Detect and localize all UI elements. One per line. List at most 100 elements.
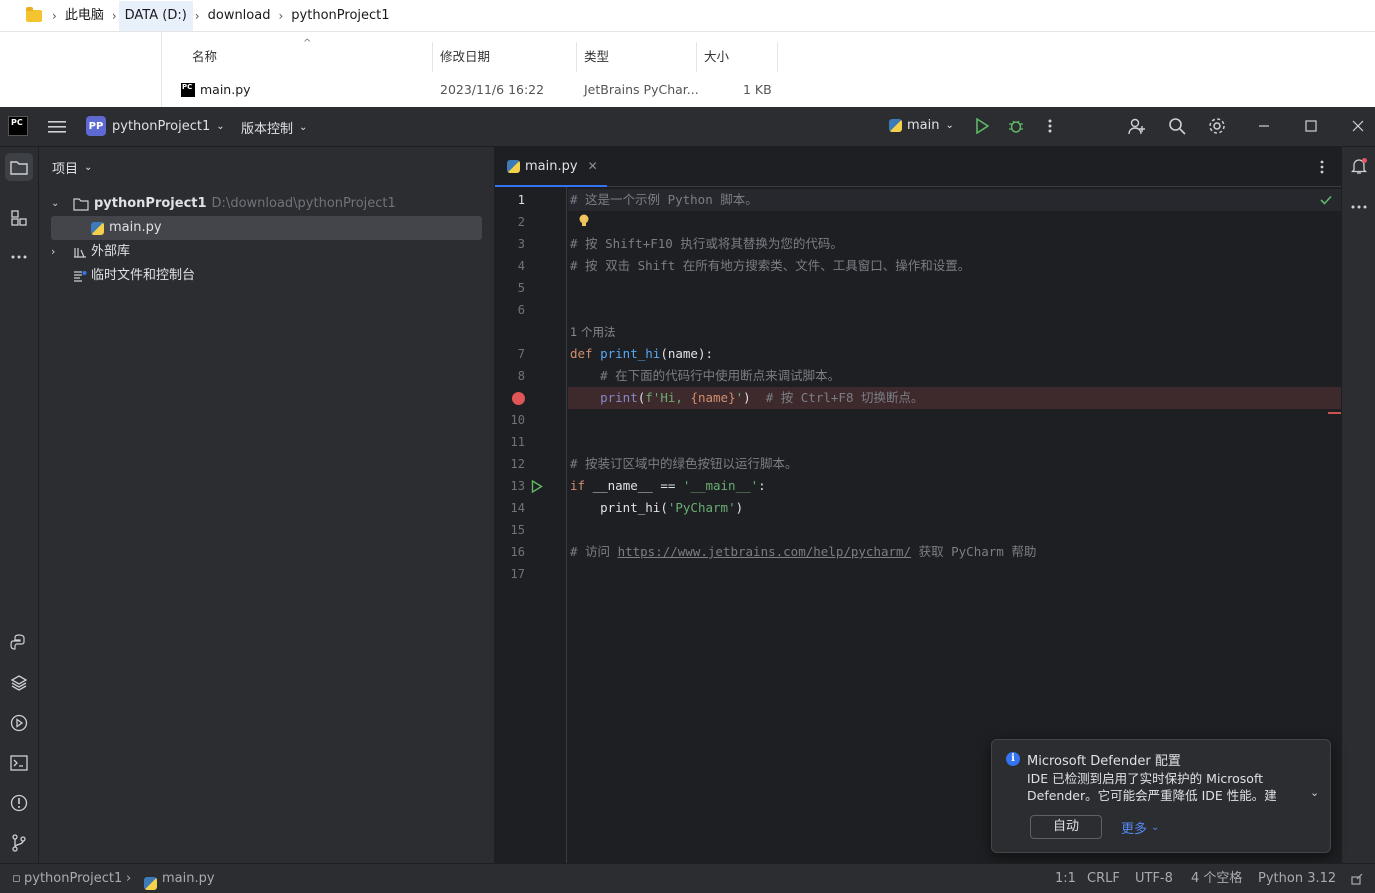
project-folder-icon[interactable] — [5, 153, 33, 181]
terminal-icon[interactable] — [6, 750, 32, 776]
folder-icon — [26, 6, 42, 22]
chevron-down-icon: ⌄ — [299, 122, 308, 133]
file-encoding[interactable]: UTF-8 — [1135, 864, 1173, 893]
file-size: 1 KB — [743, 82, 772, 97]
project-selector[interactable]: PP pythonProject1 ⌄ — [86, 116, 225, 136]
column-size[interactable]: 大小 — [698, 42, 778, 72]
code-line-12: # 按装订区域中的绿色按钮以运行脚本。 — [570, 456, 798, 471]
notifications-bell-icon[interactable] — [1346, 153, 1372, 179]
breadcrumb-project[interactable]: pythonProject1 — [285, 1, 395, 31]
status-file[interactable]: main.py — [162, 864, 215, 893]
column-type[interactable]: 类型 — [578, 42, 697, 72]
project-name: pythonProject1 — [112, 118, 211, 134]
services-icon[interactable] — [6, 710, 32, 736]
search-icon[interactable] — [1164, 113, 1190, 139]
file-modified: 2023/11/6 16:22 — [440, 82, 545, 97]
project-tool-window: 项目 ⌄ ⌄ pythonProject1 D:\download\python… — [39, 147, 495, 863]
editor-more-icon[interactable] — [1309, 154, 1335, 180]
notification-body: IDE 已检测到启用了实时保护的 Microsoft Defender。它可能会… — [1027, 771, 1277, 803]
breakpoint-icon[interactable] — [512, 392, 525, 405]
status-file-icon — [144, 872, 162, 890]
tree-item-main-py[interactable]: main.py — [51, 216, 482, 240]
git-icon[interactable] — [6, 830, 32, 856]
breadcrumb-data-drive[interactable]: DATA (D:) — [118, 0, 193, 31]
python-packages-icon[interactable] — [6, 670, 32, 696]
folder-icon — [73, 197, 89, 211]
column-modified[interactable]: 修改日期 — [434, 42, 577, 72]
code-line-13: if __name__ == '__main__': — [570, 478, 766, 493]
chevron-down-icon: ⌄ — [84, 162, 93, 173]
add-user-icon[interactable] — [1124, 113, 1150, 139]
scratches-label: 临时文件和控制台 — [91, 268, 196, 283]
code-line-14: print_hi('PyCharm') — [600, 500, 744, 515]
line-number: 2 — [517, 215, 525, 229]
code-line-8: # 在下面的代码行中使用断点来调试脚本。 — [570, 368, 841, 383]
project-root-name: pythonProject1 — [94, 196, 207, 211]
info-icon: i — [1006, 752, 1020, 766]
run-button[interactable] — [969, 113, 995, 139]
address-bar[interactable]: › 此电脑 › DATA (D:) › download › pythonPro… — [0, 0, 1375, 32]
auto-configure-button[interactable]: 自动 — [1030, 815, 1102, 839]
tree-item-project-root[interactable]: ⌄ pythonProject1 D:\download\pythonProje… — [51, 192, 482, 216]
python-file-icon — [91, 221, 104, 235]
line-separator[interactable]: CRLF — [1087, 864, 1120, 893]
settings-gear-icon[interactable] — [1204, 113, 1230, 139]
vcs-label: 版本控制 — [241, 122, 294, 137]
indent-setting[interactable]: 4 个空格 — [1191, 864, 1242, 893]
more-link[interactable]: 更多 ⌄ — [1121, 818, 1159, 837]
readonly-toggle-icon[interactable] — [1351, 873, 1363, 885]
interpreter[interactable]: Python 3.12 — [1258, 864, 1336, 893]
left-tool-strip — [0, 147, 39, 863]
chevron-right-icon: › — [51, 245, 56, 258]
file-row[interactable]: PC main.py 2023/11/6 16:22 JetBrains PyC… — [0, 78, 1375, 102]
tab-main-py[interactable]: main.py ✕ — [495, 147, 607, 187]
library-icon — [74, 248, 86, 258]
no-problems-check-icon[interactable] — [1320, 195, 1332, 205]
status-bar: ▫ pythonProject1 › main.py 1:1 CRLF UTF-… — [0, 863, 1375, 893]
more-actions-icon[interactable] — [1037, 113, 1063, 139]
problems-icon[interactable] — [6, 790, 32, 816]
close-icon[interactable] — [1345, 113, 1371, 139]
close-tab-icon[interactable]: ✕ — [588, 159, 598, 173]
tab-label: main.py — [525, 158, 578, 174]
tree-item-external-libraries[interactable]: › 外部库 — [51, 240, 482, 264]
line-number: 7 — [517, 347, 525, 361]
help-link[interactable]: https://www.jetbrains.com/help/pycharm/ — [618, 544, 912, 559]
more-tools-icon[interactable] — [1346, 194, 1372, 220]
maximize-icon[interactable] — [1298, 113, 1324, 139]
line-number: 5 — [517, 281, 525, 295]
main-menu-icon[interactable] — [44, 114, 70, 140]
status-project[interactable]: pythonProject1 — [24, 864, 122, 893]
line-number: 12 — [510, 457, 525, 471]
vcs-menu[interactable]: 版本控制 ⌄ — [241, 118, 307, 137]
line-number: 6 — [517, 303, 525, 317]
line-number: 13 — [510, 479, 525, 493]
minimize-icon[interactable] — [1251, 113, 1277, 139]
structure-icon[interactable] — [6, 205, 32, 231]
breadcrumb-this-pc[interactable]: 此电脑 — [59, 1, 110, 31]
tree-item-scratches[interactable]: 临时文件和控制台 — [51, 264, 482, 288]
run-config-selector[interactable]: main ⌄ — [889, 118, 954, 133]
project-view-selector[interactable]: 项目 ⌄ — [52, 158, 92, 177]
code-line-7: def print_hi(name): — [570, 346, 714, 361]
lightbulb-icon[interactable] — [578, 213, 590, 229]
file-type: JetBrains PyChar... — [584, 82, 699, 97]
line-number: 16 — [510, 545, 525, 559]
column-name[interactable]: 名称 — [186, 42, 433, 72]
debug-button[interactable] — [1003, 113, 1029, 139]
line-number: 15 — [510, 523, 525, 537]
module-icon: ▫ — [12, 871, 21, 886]
expand-chevron-icon[interactable]: ⌄ — [1310, 786, 1319, 799]
python-console-icon[interactable] — [6, 630, 32, 656]
breakpoint-scroll-marker — [1328, 412, 1341, 414]
usage-hint[interactable]: 1 个用法 — [568, 321, 1341, 343]
editor-gutter[interactable]: 1 2 3 4 5 6 7 8 10 11 12 13 14 15 16 17 — [495, 187, 567, 863]
run-gutter-icon[interactable] — [531, 480, 543, 493]
breadcrumb-download[interactable]: download — [202, 1, 277, 31]
title-bar: PC PP pythonProject1 ⌄ 版本控制 ⌄ main ⌄ — [0, 107, 1375, 147]
project-panel-title: 项目 — [52, 162, 79, 177]
scratches-icon — [74, 271, 87, 282]
more-tools-icon[interactable] — [6, 244, 32, 270]
caret-position[interactable]: 1:1 — [1055, 864, 1076, 893]
line-number: 17 — [510, 567, 525, 581]
